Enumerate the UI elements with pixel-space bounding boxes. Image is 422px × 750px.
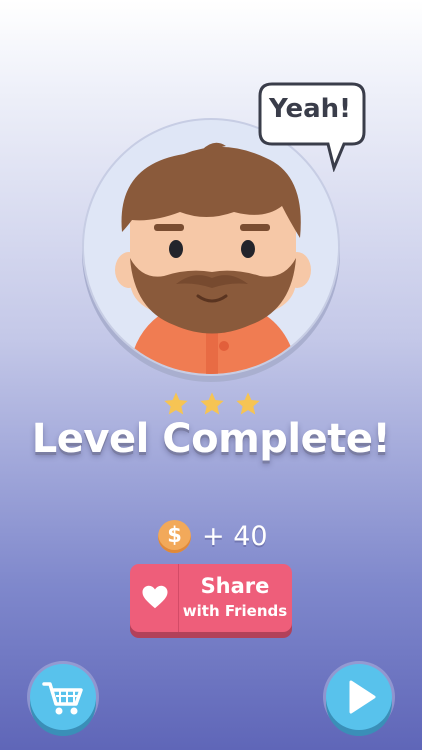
share-label: Share bbox=[200, 574, 270, 598]
coin-symbol: $ bbox=[167, 523, 182, 547]
next-level-button[interactable] bbox=[326, 664, 392, 730]
coin-icon: $ bbox=[158, 520, 191, 553]
share-sublabel: with Friends bbox=[182, 602, 288, 620]
share-divider bbox=[178, 564, 179, 632]
speech-bubble: Yeah! bbox=[258, 82, 366, 172]
speech-text: Yeah! bbox=[269, 94, 351, 124]
level-complete-title: Level Complete! bbox=[31, 416, 391, 462]
share-with-friends-button[interactable]: Share with Friends bbox=[130, 564, 292, 632]
play-icon bbox=[349, 680, 376, 714]
star-icon bbox=[236, 392, 260, 415]
shopping-cart-icon bbox=[42, 682, 83, 715]
heart-icon bbox=[142, 585, 168, 609]
star-icon bbox=[200, 392, 224, 415]
coin-reward: $ + 40 bbox=[158, 520, 278, 554]
reward-amount: + 40 bbox=[202, 521, 268, 552]
star-icon bbox=[164, 392, 188, 415]
shop-button[interactable] bbox=[30, 664, 96, 730]
